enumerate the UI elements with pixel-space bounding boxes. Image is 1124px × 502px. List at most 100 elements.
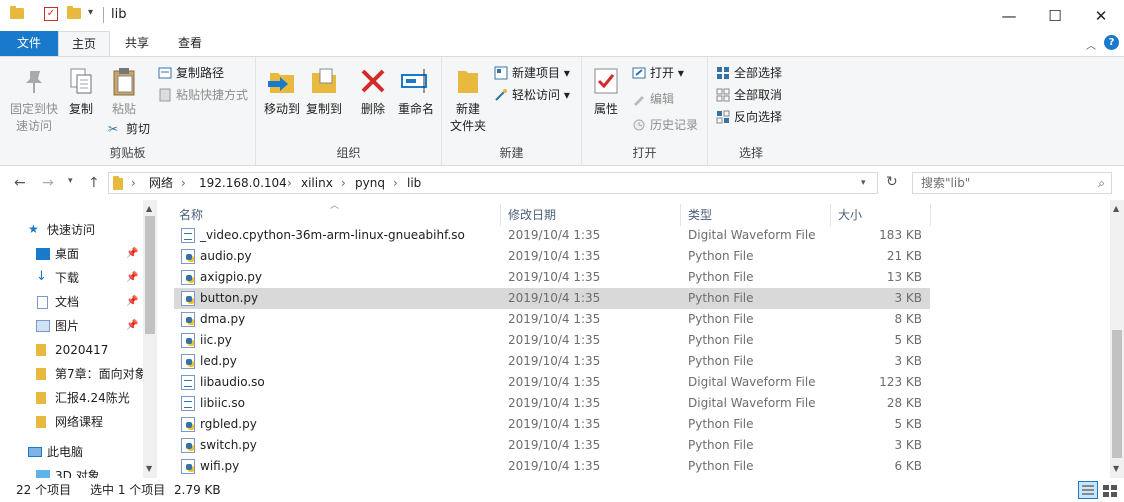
pin-icon[interactable]: 📌 — [126, 290, 138, 314]
new-folder-icon[interactable] — [67, 6, 81, 19]
address-history-chevron-icon[interactable]: ▾ — [861, 173, 866, 193]
table-row[interactable]: wifi.py 2019/10/4 1:35 Python File 6 KB — [174, 456, 930, 477]
nav-item-pictures[interactable]: 图片 📌 — [36, 314, 146, 338]
scroll-down-arrow-icon[interactable]: ▼ — [1113, 464, 1119, 473]
table-row[interactable]: iic.py 2019/10/4 1:35 Python File 5 KB — [174, 330, 930, 351]
invert-selection-label: 反向选择 — [734, 110, 783, 124]
table-row[interactable]: libiic.so 2019/10/4 1:35 Digital Waveform … — [174, 393, 930, 414]
file-list-scroll-thumb[interactable] — [1112, 330, 1122, 458]
forward-arrow-icon[interactable]: → — [42, 175, 54, 191]
table-row[interactable]: dma.py 2019/10/4 1:35 Python File 8 KB — [174, 309, 930, 330]
select-all-button[interactable]: 全部选择 — [716, 63, 782, 83]
properties-check-icon[interactable]: ✓ — [44, 7, 58, 21]
column-divider[interactable] — [830, 204, 831, 226]
search-input[interactable]: 搜索"lib" ⌕ — [912, 172, 1112, 194]
edit-button[interactable]: 编辑 — [632, 89, 674, 109]
column-header-size[interactable]: 大小 — [838, 204, 862, 226]
tab-share[interactable]: 共享 — [112, 31, 162, 56]
column-divider[interactable] — [930, 204, 931, 226]
table-row[interactable]: axigpio.py 2019/10/4 1:35 Python File 13 KB — [174, 267, 930, 288]
search-placeholder: 搜索"lib" — [921, 176, 971, 190]
pin-icon[interactable]: 📌 — [126, 242, 138, 266]
table-row[interactable]: audio.py 2019/10/4 1:35 Python File 21 KB — [174, 246, 930, 267]
column-divider[interactable] — [500, 204, 501, 226]
table-row[interactable]: button.py 2019/10/4 1:35 Python File 3 KB — [174, 288, 930, 309]
crumb-separator-icon[interactable]: › — [393, 173, 398, 193]
tab-view[interactable]: 查看 — [164, 31, 216, 56]
back-arrow-icon[interactable]: ← — [14, 175, 26, 191]
table-row[interactable]: rgbled.py 2019/10/4 1:35 Python File 5 KB — [174, 414, 930, 435]
new-item-button[interactable]: 新建项目 ▾ — [494, 63, 570, 83]
file-date: 2019/10/4 1:35 — [508, 354, 601, 368]
easy-access-button[interactable]: 轻松访问 ▾ — [494, 85, 570, 105]
easy-access-label: 轻松访问 — [512, 88, 561, 102]
tab-home[interactable]: 主页 — [58, 31, 110, 56]
table-row[interactable]: switch.py 2019/10/4 1:35 Python File 3 KB — [174, 435, 930, 456]
crumb-pynq[interactable]: pynq — [355, 173, 385, 193]
invert-selection-button[interactable]: 反向选择 — [716, 107, 782, 127]
collapse-ribbon-chevron-icon[interactable]: ︿ — [1086, 37, 1096, 52]
refresh-icon[interactable]: ↻ — [886, 174, 898, 190]
column-header-date[interactable]: 修改日期 — [508, 204, 556, 226]
crumb-separator-icon[interactable]: › — [287, 173, 292, 193]
table-row[interactable]: led.py 2019/10/4 1:35 Python File 3 KB — [174, 351, 930, 372]
table-row[interactable]: libaudio.so 2019/10/4 1:35 Digital Wavefor… — [174, 372, 930, 393]
copy-to-button[interactable]: 复制到 — [304, 65, 344, 118]
file-name: button.py — [200, 291, 259, 305]
move-to-button[interactable]: 移动到 — [262, 65, 302, 118]
file-date: 2019/10/4 1:35 — [508, 333, 601, 347]
delete-button[interactable]: 删除 — [356, 65, 390, 118]
status-bar: 22 个项目 选中 1 个项目 2.79 KB — [0, 478, 1124, 502]
tab-file[interactable]: 文件 — [0, 31, 58, 56]
large-icons-view-button[interactable] — [1100, 481, 1120, 499]
open-button[interactable]: 打开 ▾ — [632, 63, 684, 83]
address-bar[interactable]: › 网络 › 192.168.0.104 › xilinx › pynq › l… — [108, 172, 878, 194]
cut-button[interactable]: ✂ 剪切 — [108, 119, 150, 139]
python-file-icon — [181, 354, 195, 369]
scroll-up-arrow-icon[interactable]: ▲ — [1113, 204, 1119, 213]
crumb-lib[interactable]: lib — [407, 173, 421, 193]
history-button[interactable]: 历史记录 — [632, 115, 698, 135]
file-list-scrollbar[interactable]: ▲ ▼ — [1110, 200, 1124, 478]
customize-qat-chevron-icon[interactable]: ▾ — [88, 7, 93, 18]
new-folder-label-2: 文件夹 — [449, 119, 486, 133]
crumb-xilinx[interactable]: xilinx — [301, 173, 333, 193]
nav-pane-scroll-thumb[interactable] — [145, 216, 155, 334]
rename-button[interactable]: 重命名 — [394, 65, 438, 118]
pin-icon[interactable]: 📌 — [126, 266, 138, 290]
properties-check-icon — [590, 65, 622, 97]
nav-item-desktop[interactable]: 桌面 📌 — [36, 242, 146, 266]
help-icon[interactable]: ? — [1104, 35, 1119, 50]
properties-button[interactable]: 属性 — [588, 65, 624, 118]
copy-path-button[interactable]: 复制路径 — [158, 63, 224, 83]
minimize-button[interactable]: — — [986, 0, 1032, 31]
table-row[interactable]: _video.cpython-36m-arm-linux-gnueabihf.s… — [174, 225, 930, 246]
paste-shortcut-button[interactable]: 粘贴快捷方式 — [158, 85, 248, 105]
up-arrow-icon[interactable]: ↑ — [88, 175, 100, 191]
paste-button[interactable]: 粘贴 — [104, 65, 144, 118]
close-button[interactable]: ✕ — [1078, 0, 1124, 31]
column-header-type[interactable]: 类型 — [688, 204, 712, 226]
scroll-down-arrow-icon[interactable]: ▼ — [146, 464, 152, 473]
pin-icon[interactable]: 📌 — [126, 314, 138, 338]
select-none-button[interactable]: 全部取消 — [716, 85, 782, 105]
crumb-host[interactable]: 192.168.0.104 — [199, 173, 287, 193]
search-icon[interactable]: ⌕ — [1098, 173, 1105, 193]
nav-item-documents[interactable]: 文档 📌 — [36, 290, 146, 314]
crumb-separator-icon[interactable]: › — [181, 173, 186, 193]
details-view-button[interactable] — [1078, 481, 1098, 499]
new-folder-button[interactable]: 新建 文件夹 — [448, 65, 488, 135]
new-item-label: 新建项目 — [512, 66, 561, 80]
maximize-button[interactable]: ☐ — [1032, 0, 1078, 31]
scroll-up-arrow-icon[interactable]: ▲ — [146, 204, 152, 213]
column-header-name[interactable]: 名称 — [179, 204, 203, 226]
nav-item-downloads[interactable]: ↓ 下载 📌 — [36, 266, 146, 290]
crumb-separator-icon[interactable]: › — [341, 173, 346, 193]
crumb-network[interactable]: 网络 — [149, 173, 173, 193]
nav-pane-scrollbar[interactable]: ▲ ▼ — [143, 200, 157, 478]
column-divider[interactable] — [680, 204, 681, 226]
copy-button[interactable]: 复制 — [64, 65, 98, 118]
nav-item-label: 图片 — [55, 319, 80, 333]
recent-locations-chevron-icon[interactable]: ▾ — [68, 176, 73, 186]
pin-to-quick-access-button[interactable]: 固定到快 速访问 — [4, 65, 64, 135]
